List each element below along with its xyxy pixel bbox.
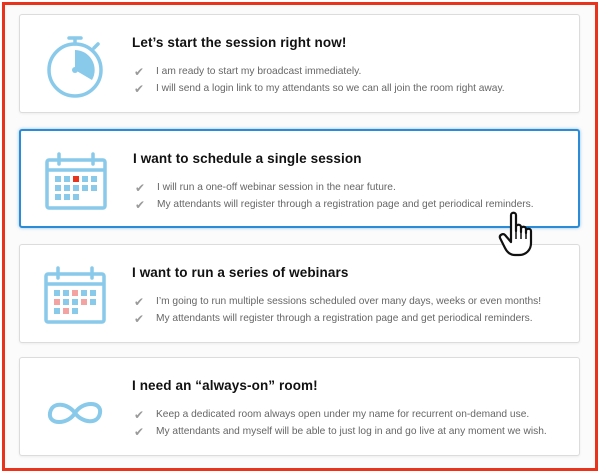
option-bullet-text: My attendants and myself will be able to… <box>156 426 547 437</box>
option-title: I want to schedule a single session <box>133 151 362 166</box>
calendar-series-icon <box>40 260 110 330</box>
hand-pointer-icon <box>497 209 539 259</box>
option-single-session[interactable]: I want to schedule a single session ✔ I … <box>19 129 580 228</box>
option-start-now[interactable]: Let’s start the session right now! ✔ I a… <box>19 14 580 113</box>
option-bullet: ✔ Keep a dedicated room always open unde… <box>132 406 547 423</box>
option-bullet-text: I will run a one-off webinar session in … <box>157 182 396 193</box>
option-series[interactable]: I want to run a series of webinars ✔ I’m… <box>19 244 580 343</box>
check-icon: ✔ <box>133 64 145 79</box>
check-icon: ✔ <box>134 197 146 212</box>
option-bullet: ✔ My attendants and myself will be able … <box>132 423 547 440</box>
option-title: I need an “always-on” room! <box>132 378 318 393</box>
option-bullet-text: I will send a login link to my attendant… <box>156 83 505 94</box>
check-icon: ✔ <box>133 81 145 96</box>
option-bullet: ✔ I’m going to run multiple sessions sch… <box>132 293 541 310</box>
option-bullet: ✔ I will run a one-off webinar session i… <box>133 179 534 196</box>
option-bullet-text: I am ready to start my broadcast immedia… <box>156 66 362 77</box>
option-bullet: ✔ My attendants will register through a … <box>133 196 534 213</box>
check-icon: ✔ <box>133 424 145 439</box>
check-icon: ✔ <box>133 311 145 326</box>
infinity-icon <box>40 373 110 443</box>
option-bullet-text: My attendants will register through a re… <box>156 313 533 324</box>
option-bullet-text: I’m going to run multiple sessions sched… <box>156 296 542 307</box>
option-bullet: ✔ I will send a login link to my attenda… <box>132 80 505 97</box>
option-bullet-text: My attendants will register through a re… <box>157 199 534 210</box>
check-icon: ✔ <box>133 407 145 422</box>
option-title: Let’s start the session right now! <box>132 35 347 50</box>
check-icon: ✔ <box>134 180 146 195</box>
option-title: I want to run a series of webinars <box>132 265 349 280</box>
check-icon: ✔ <box>133 294 145 309</box>
option-bullet-text: Keep a dedicated room always open under … <box>156 409 530 420</box>
stopwatch-icon <box>40 30 110 100</box>
option-bullet: ✔ I am ready to start my broadcast immed… <box>132 63 505 80</box>
option-bullet: ✔ My attendants will register through a … <box>132 310 541 327</box>
calendar-single-icon <box>41 146 111 216</box>
option-always-on[interactable]: I need an “always-on” room! ✔ Keep a ded… <box>19 357 580 456</box>
